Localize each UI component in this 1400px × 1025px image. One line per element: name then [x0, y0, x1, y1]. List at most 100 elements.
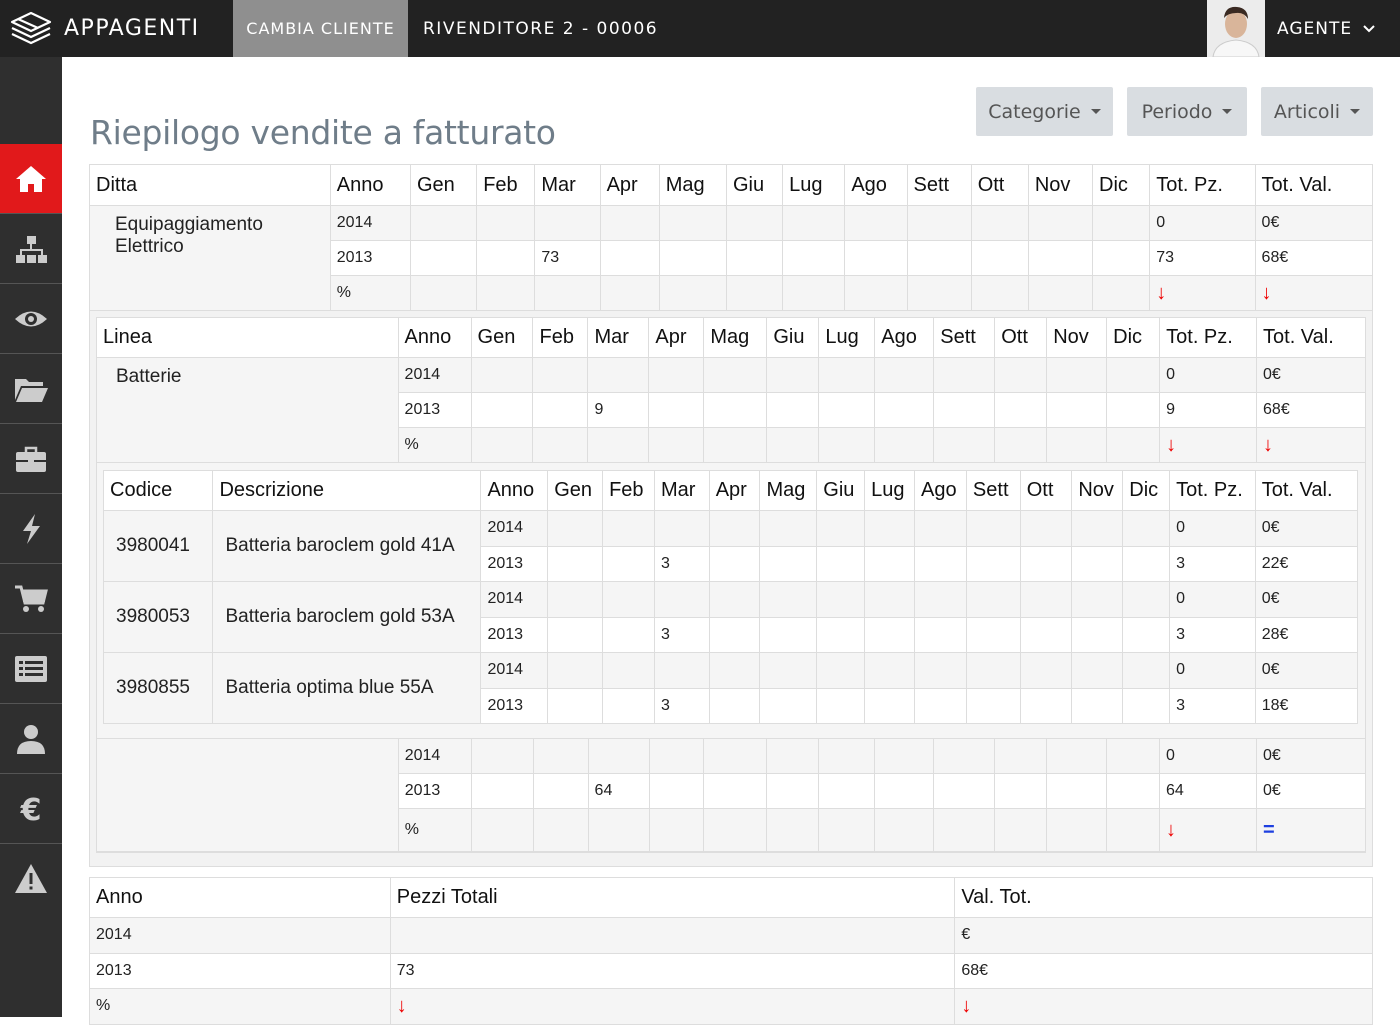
col-tot-pz: Tot. Pz.: [1159, 317, 1258, 358]
cell-sett: [933, 427, 996, 463]
sidebar-item-cart[interactable]: [0, 564, 62, 634]
cell-dic: [1106, 738, 1161, 774]
table-row: 3980855 Batteria optima blue 55A 2014 0 0€: [102, 652, 1359, 724]
cell-gen: [547, 510, 604, 547]
caret-down-icon: [1090, 109, 1101, 114]
cell-anno: %: [329, 275, 412, 311]
col-gen: Gen: [547, 470, 604, 511]
cell-ott: [1019, 510, 1073, 547]
cell-tot-pz: ↓: [1159, 427, 1258, 463]
brand[interactable]: APPAGENTI: [0, 0, 233, 57]
cell-tot-pz: 3: [1169, 545, 1256, 582]
cell-nov: [1046, 357, 1108, 393]
periodo-dropdown[interactable]: Periodo: [1127, 87, 1247, 136]
cell-dic: [1106, 427, 1161, 463]
chevron-down-icon: [1363, 24, 1375, 32]
cell-giu: [816, 545, 866, 582]
avatar[interactable]: [1207, 0, 1265, 57]
cell-nov: [1071, 652, 1124, 689]
categorie-dropdown[interactable]: Categorie: [976, 87, 1113, 136]
home-icon: [16, 165, 46, 192]
table-row: Equipaggiamento Elettrico 2014 0 0€: [89, 205, 1374, 311]
cell-tot-val: 28€: [1254, 616, 1359, 653]
cell-val-tot: 68€: [954, 952, 1373, 989]
cell-lug: [864, 652, 916, 689]
linea-table: Linea Anno Gen Feb Mar Apr Mag Giu Lug Ago Sett Ott…: [96, 317, 1366, 463]
cell-ago: [874, 392, 935, 428]
cell-ott: [994, 773, 1048, 809]
col-feb: Feb: [602, 470, 655, 511]
change-client-button[interactable]: CAMBIA CLIENTE: [233, 0, 408, 57]
col-apr: Apr: [648, 317, 705, 358]
cell-tot-val: 0€: [1254, 581, 1359, 618]
caret-down-icon: [1222, 109, 1233, 114]
cell-sett: [933, 808, 996, 852]
col-lug: Lug: [782, 164, 846, 206]
sidebar-item-user[interactable]: [0, 704, 62, 774]
cell-ott: [970, 205, 1029, 241]
col-descrizione: Descrizione: [212, 470, 482, 511]
cell-anno: 2013: [480, 616, 549, 653]
cell-mag: [703, 427, 768, 463]
top-bar: APPAGENTI CAMBIA CLIENTE RIVENDITORE 2 -…: [0, 0, 1400, 57]
sidebar-item-home[interactable]: [0, 144, 62, 214]
col-sett: Sett: [906, 164, 972, 206]
cell-dic: [1122, 616, 1171, 653]
sidebar-item-bolt[interactable]: [0, 494, 62, 564]
cell-gen: [547, 545, 604, 582]
sidebar-item-list[interactable]: [0, 634, 62, 704]
col-anno: Anno: [397, 317, 472, 358]
cell-giu: [816, 652, 866, 689]
cell-ott: [1019, 581, 1073, 618]
user-icon: [17, 724, 45, 754]
cell-mar: 3: [653, 545, 710, 582]
table-row: % ↓ ↓: [89, 988, 1373, 1025]
cell-ago: [874, 738, 935, 774]
col-sett: Sett: [965, 470, 1021, 511]
cell-feb: [602, 687, 655, 724]
list-icon: [15, 655, 47, 682]
cell-ott: [994, 738, 1048, 774]
col-anno: Anno: [89, 877, 391, 918]
sidebar-item-structure[interactable]: [0, 214, 62, 284]
arrow-down-icon: ↓: [1261, 281, 1272, 304]
cell-feb: [602, 510, 655, 547]
sidebar-item-briefcase[interactable]: [0, 424, 62, 494]
col-mag: Mag: [703, 317, 768, 358]
cell-ott: [970, 240, 1029, 276]
col-tot-val: Tot. Val.: [1254, 164, 1374, 206]
ditta-table: Ditta Anno Gen Feb Mar Apr Mag Giu Lug Ago Sett Ott…: [89, 164, 1374, 311]
cell-sett: [933, 738, 996, 774]
cell-ago: [874, 357, 935, 393]
cell-dic: [1092, 240, 1151, 276]
cell-mag: [658, 205, 727, 241]
sidebar-item-alerts[interactable]: [0, 844, 62, 914]
col-codice: Codice: [102, 470, 214, 511]
cell-giu: [766, 427, 820, 463]
cell-feb: [532, 773, 589, 809]
cell-mag: [703, 808, 768, 852]
cell-ago: [914, 510, 967, 547]
articoli-dropdown[interactable]: Articoli: [1261, 87, 1373, 136]
col-ott: Ott: [1019, 470, 1073, 511]
cell-giu: [725, 240, 784, 276]
cell-sett: [965, 545, 1021, 582]
cell-pezzi-totali: [389, 917, 956, 954]
categorie-label: Categorie: [988, 100, 1081, 123]
agent-menu[interactable]: AGENTE: [1277, 0, 1376, 57]
linea-name: Batterie: [96, 357, 399, 463]
cell-tot-val: 0€: [1254, 652, 1359, 689]
sidebar-item-euro[interactable]: €: [0, 774, 62, 844]
arrow-down-icon: ↓: [1156, 281, 1167, 304]
sidebar-item-folders[interactable]: [0, 354, 62, 424]
sidebar-item-view[interactable]: [0, 284, 62, 354]
cell-feb: [476, 240, 536, 276]
col-dic: Dic: [1106, 317, 1161, 358]
article-description: Batteria baroclem gold 41A: [212, 510, 482, 582]
articoli-table: Codice Descrizione Anno Gen Feb Mar Apr Mag Giu L…: [102, 470, 1359, 724]
col-gen: Gen: [409, 164, 478, 206]
cell-lug: [782, 240, 846, 276]
cell-pezzi-totali: 73: [389, 952, 956, 989]
cell-dic: [1092, 275, 1151, 311]
cell-nov: [1046, 738, 1108, 774]
